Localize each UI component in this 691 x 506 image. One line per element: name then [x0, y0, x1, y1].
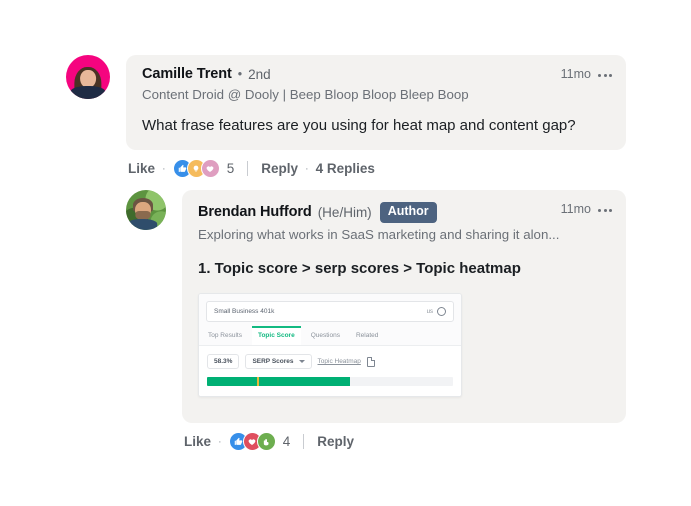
root-comment-column: 11mo Camille Trent • 2nd Content Droid @… [126, 55, 626, 179]
reply-comment-actions: Like · 4 Reply [182, 432, 626, 452]
root-comment-actions: Like · 5 Reply · 4 Replies [126, 159, 626, 179]
avatar-body [127, 218, 157, 230]
embed-search-area: Small Business 401k us [199, 294, 461, 327]
kebab-menu-icon[interactable] [598, 206, 612, 212]
reply-author-headline: Exploring what works in SaaS marketing a… [198, 226, 560, 242]
embed-tab-topic-score[interactable]: Topic Score [251, 326, 301, 346]
reply-button[interactable]: Reply [261, 161, 298, 176]
reply-comment-name-row: Brendan Hufford (He/Him) Author [198, 202, 610, 223]
actions-divider [247, 161, 249, 177]
avatar-brendan-hufford[interactable] [126, 190, 166, 230]
embed-topic-score-panel: 58.3% SERP Scores Topic Heatmap [199, 346, 461, 397]
kebab-menu-icon[interactable] [598, 71, 612, 77]
actions-divider [303, 434, 305, 450]
reply-timestamp: 11mo [560, 202, 591, 216]
root-author-headline: Content Droid @ Dooly | Beep Bloop Bloop… [142, 86, 469, 102]
embed-tab-top-results[interactable]: Top Results [206, 326, 244, 345]
action-separator-1: · [218, 435, 222, 448]
reaction-stack [172, 159, 220, 179]
reply-button[interactable]: Reply [317, 434, 354, 449]
name-separator: • [237, 67, 243, 82]
reply-comment: 11mo Brendan Hufford (He/Him) Author Exp… [126, 190, 626, 452]
root-comment-body: What frase features are you using for he… [142, 116, 576, 134]
topic-score-badge: 58.3% [207, 354, 240, 370]
like-button[interactable]: Like [128, 161, 155, 176]
reply-comment-bubble: 11mo Brendan Hufford (He/Him) Author Exp… [182, 190, 626, 424]
embed-search-bar[interactable]: Small Business 401k us [206, 301, 454, 323]
document-icon[interactable] [366, 356, 375, 367]
comment-thread-page: 11mo Camille Trent • 2nd Content Droid @… [0, 0, 691, 506]
like-button[interactable]: Like [184, 434, 211, 449]
reaction-count: 4 [282, 434, 291, 450]
chevron-down-icon [298, 360, 305, 364]
reply-comment-body: 1. Topic score > serp scores > Topic hea… [198, 259, 521, 277]
embed-tab-related[interactable]: Related [354, 326, 380, 345]
embed-controls-row: 58.3% SERP Scores Topic Heatmap [207, 354, 453, 370]
reply-comment-meta: 11mo [561, 202, 612, 216]
reaction-summary[interactable]: 5 [172, 159, 235, 179]
embed-search-controls: us [426, 307, 446, 317]
embed-tab-bar: Top Results Topic Score Questions Relate… [199, 326, 461, 347]
root-comment-bubble: 11mo Camille Trent • 2nd Content Droid @… [126, 55, 626, 151]
progress-marker [257, 377, 259, 387]
avatar-camille-trent[interactable] [66, 55, 110, 99]
love-reaction-icon [200, 159, 220, 179]
support-reaction-icon [256, 432, 276, 452]
reply-author-name[interactable]: Brendan Hufford [198, 204, 312, 221]
author-badge: Author [379, 202, 437, 223]
serp-scores-dropdown[interactable]: SERP Scores [245, 354, 312, 370]
embed-search-input[interactable]: Small Business 401k [214, 308, 274, 315]
view-replies-button[interactable]: 4 Replies [316, 161, 375, 176]
root-timestamp: 11mo [560, 67, 591, 81]
reaction-stack [228, 432, 276, 452]
topic-heatmap-link[interactable]: Topic Heatmap [318, 358, 361, 365]
topic-score-progress-bar [207, 377, 453, 387]
gear-icon[interactable] [437, 307, 446, 317]
root-comment-name-row: Camille Trent • 2nd [142, 66, 610, 83]
embedded-screenshot-card[interactable]: Small Business 401k us Top Results Topic… [198, 293, 462, 398]
root-comment-meta: 11mo [561, 67, 612, 81]
reaction-count: 5 [226, 161, 235, 177]
embed-country-label: us [426, 308, 433, 315]
reply-comment-column: 11mo Brendan Hufford (He/Him) Author Exp… [182, 190, 626, 452]
connection-degree: 2nd [248, 66, 271, 82]
progress-fill [207, 377, 351, 387]
root-comment: 11mo Camille Trent • 2nd Content Droid @… [66, 55, 626, 179]
root-author-name[interactable]: Camille Trent [142, 66, 232, 83]
serp-scores-dropdown-label: SERP Scores [252, 358, 294, 366]
author-pronouns: (He/Him) [317, 204, 372, 220]
avatar-body [70, 85, 106, 99]
reaction-summary[interactable]: 4 [228, 432, 291, 452]
action-separator-1: · [162, 162, 166, 175]
embed-tab-questions[interactable]: Questions [309, 326, 342, 345]
action-separator-2: · [304, 162, 309, 175]
